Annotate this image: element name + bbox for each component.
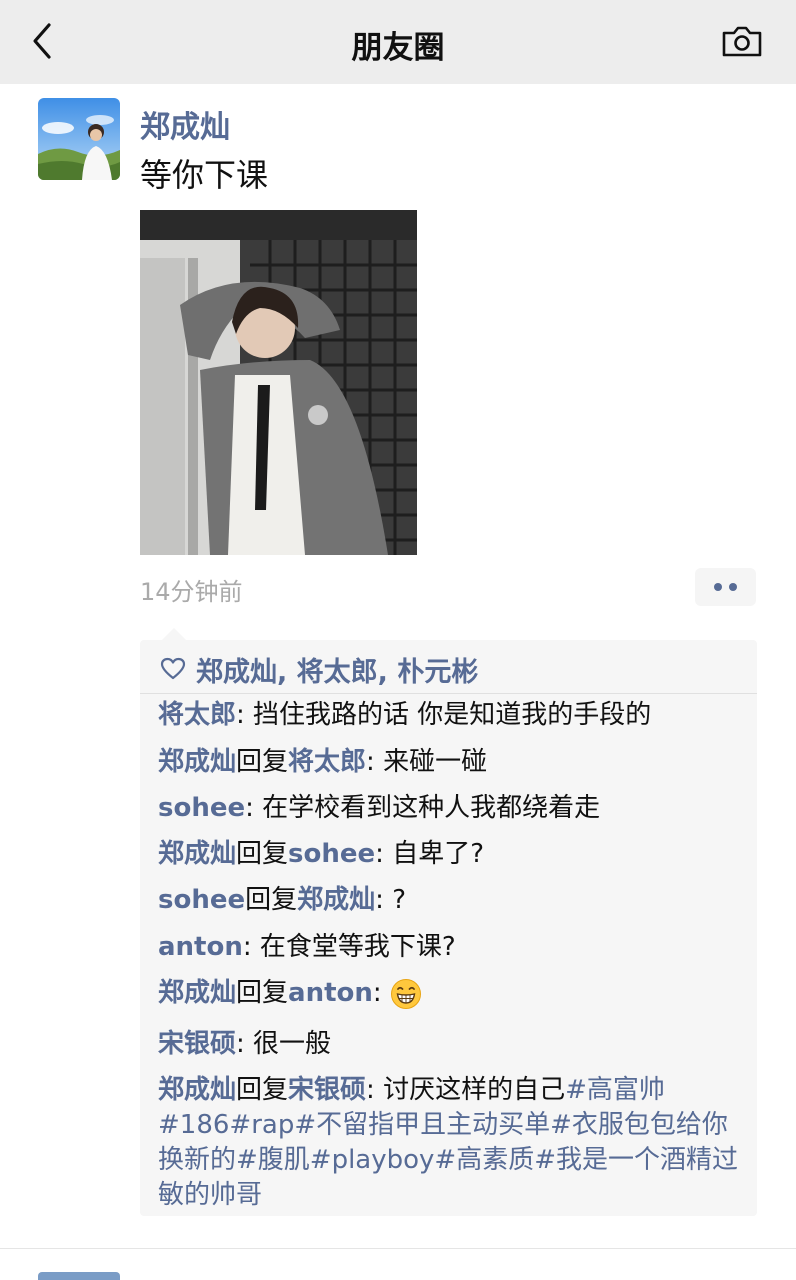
post-photo[interactable] (140, 210, 417, 555)
post-divider (0, 1248, 796, 1249)
comment-author[interactable]: 郑成灿 (158, 839, 236, 869)
comment-item[interactable]: 郑成灿回复sohee: 自卑了? (158, 837, 748, 872)
comment-sep: : (366, 747, 384, 777)
comment-author[interactable]: 宋银硕 (158, 1029, 236, 1059)
next-post-avatar[interactable] (38, 1272, 120, 1280)
comment-text: 很一般 (253, 1029, 332, 1059)
comment-sep: : (375, 885, 393, 915)
page-title: 朋友圈 (351, 30, 445, 66)
post-text: 等你下课 (140, 156, 269, 194)
comment-text: ? (392, 885, 406, 915)
reply-target[interactable]: 宋银硕 (288, 1075, 366, 1105)
reply-word: 回复 (236, 839, 289, 869)
likes-names[interactable]: 郑成灿, 将太郎, 朴元彬 (196, 650, 478, 689)
more-dots-icon (729, 583, 737, 591)
comment-text: 自卑了? (392, 839, 484, 869)
comment-sep: : (242, 932, 260, 962)
author-avatar[interactable] (38, 98, 120, 180)
likes-divider (140, 693, 757, 694)
comment-author[interactable]: 郑成灿 (158, 747, 236, 777)
more-dots-icon (714, 583, 722, 591)
camera-button[interactable] (718, 20, 766, 62)
comment-sep: : (236, 700, 254, 730)
comments-area: 郑成灿, 将太郎, 朴元彬 将太郎: 挡住我路的话 你是知道我的手段的 郑成灿回… (140, 628, 757, 1216)
comment-sep: : (236, 1029, 254, 1059)
likes-row: 郑成灿, 将太郎, 朴元彬 (160, 648, 478, 690)
comment-sep: : (366, 1075, 384, 1105)
comment-item[interactable]: 郑成灿回复anton: (158, 976, 748, 1011)
author-name[interactable]: 郑成灿 (140, 102, 230, 146)
reply-target[interactable]: anton (288, 978, 373, 1008)
camera-icon (722, 26, 762, 57)
reply-target[interactable]: 将太郎 (288, 747, 366, 777)
comment-text: 讨厌这样的自己 (383, 1075, 566, 1105)
comment-text: 来碰一碰 (383, 747, 488, 777)
nav-bar: 朋友圈 (0, 0, 796, 84)
comment-author[interactable]: 郑成灿 (158, 1075, 236, 1105)
reply-word: 回复 (245, 885, 298, 915)
comment-author[interactable]: anton (158, 932, 243, 962)
reply-target[interactable]: sohee (288, 839, 375, 869)
comment-text: 在食堂等我下课? (259, 932, 456, 962)
comment-sep: : (372, 978, 390, 1008)
comment-author[interactable]: 郑成灿 (158, 978, 236, 1008)
comment-item[interactable]: 郑成灿回复宋银硕: 讨厌这样的自己#高富帅#186#rap#不留指甲且主动买单#… (158, 1073, 748, 1213)
comment-author[interactable]: sohee (158, 885, 245, 915)
reply-word: 回复 (236, 1075, 289, 1105)
reply-word: 回复 (236, 978, 289, 1008)
reply-word: 回复 (236, 747, 289, 777)
comment-text: 在学校看到这种人我都绕着走 (262, 793, 601, 823)
comment-item[interactable]: 将太郎: 挡住我路的话 你是知道我的手段的 (158, 698, 748, 733)
comment-sep: : (375, 839, 393, 869)
comment-item[interactable]: 宋银硕: 很一般 (158, 1027, 748, 1062)
more-actions-button[interactable] (695, 568, 756, 606)
heart-outline-icon (160, 657, 186, 681)
comment-text: 挡住我路的话 你是知道我的手段的 (253, 700, 652, 730)
comment-item[interactable]: sohee回复郑成灿: ? (158, 883, 748, 918)
comment-author[interactable]: sohee (158, 793, 245, 823)
grinning-face-emoji (390, 978, 421, 1009)
comment-item[interactable]: 郑成灿回复将太郎: 来碰一碰 (158, 745, 748, 780)
comment-item[interactable]: sohee: 在学校看到这种人我都绕着走 (158, 791, 748, 826)
comment-sep: : (245, 793, 263, 823)
comment-item[interactable]: anton: 在食堂等我下课? (158, 930, 748, 965)
post-time: 14分钟前 (140, 578, 243, 606)
comment-author[interactable]: 将太郎 (158, 700, 236, 730)
reply-target[interactable]: 郑成灿 (297, 885, 375, 915)
